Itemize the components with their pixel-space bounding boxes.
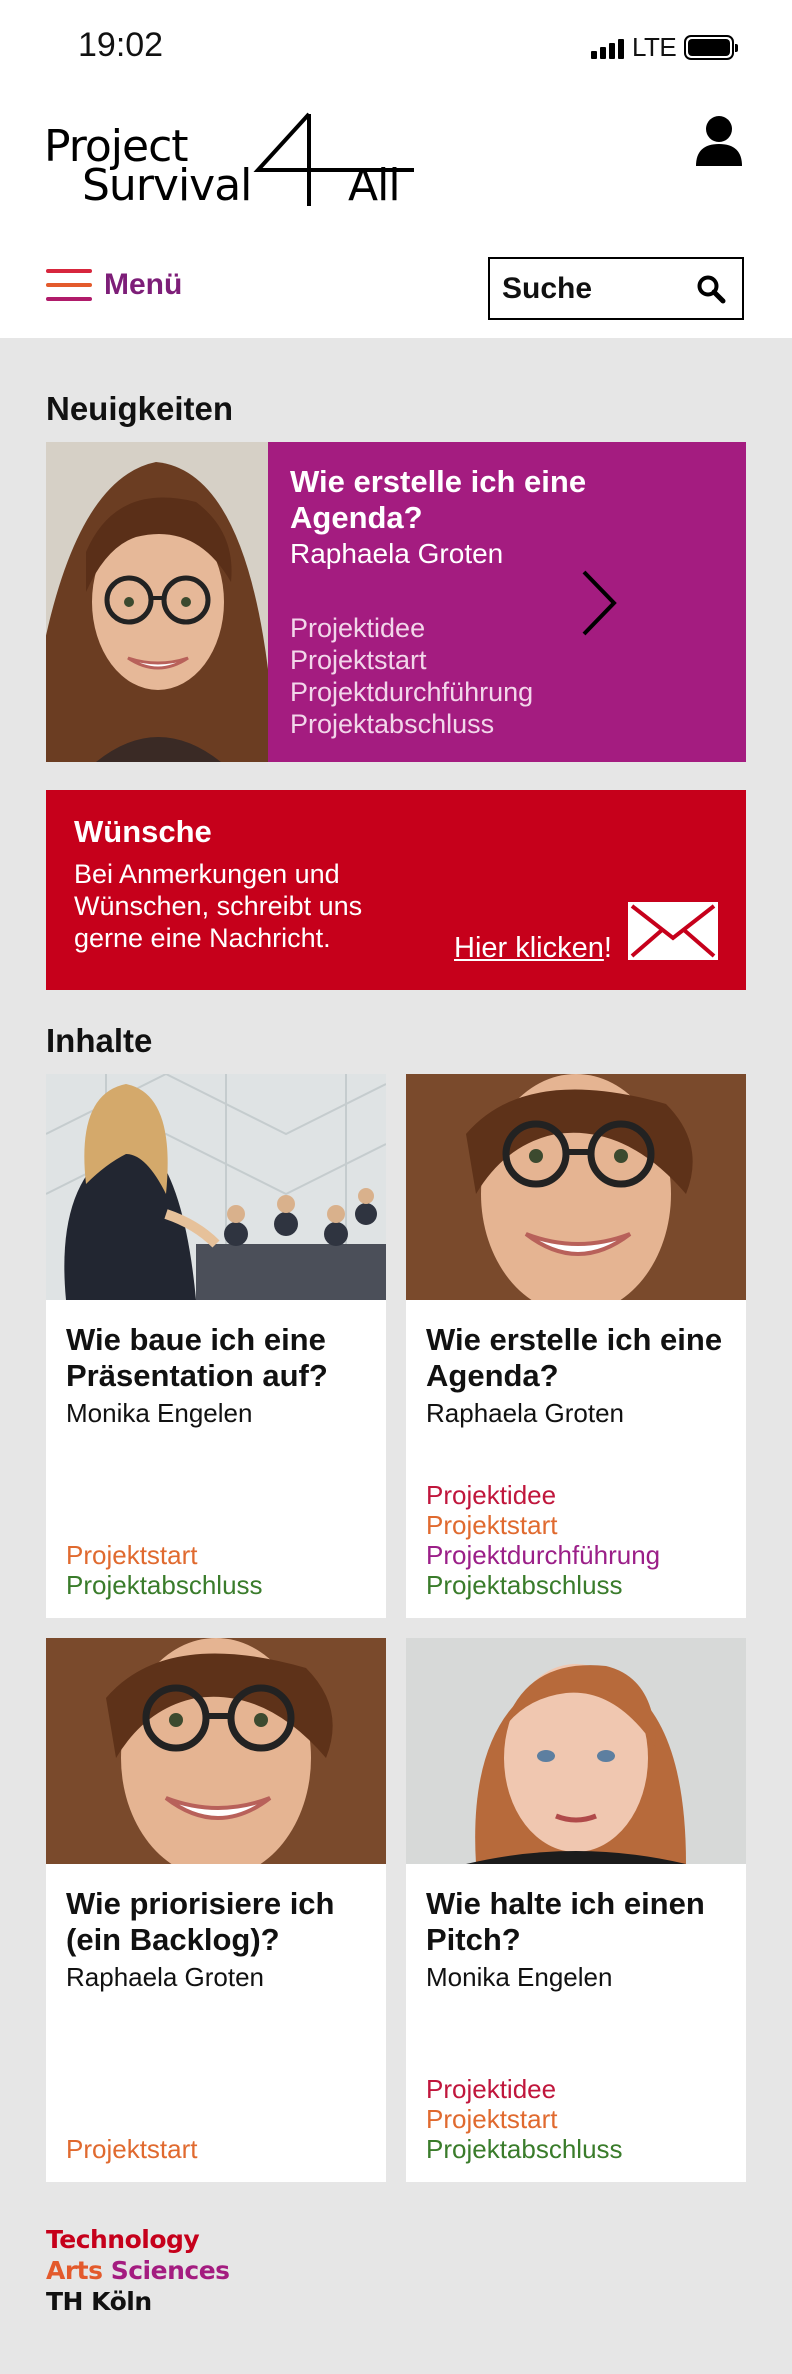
logo-all: All <box>348 160 401 211</box>
card-title: Wie erstelle ich eine Agenda? <box>426 1322 723 1393</box>
card-photo-raphaela-groten <box>406 1074 746 1300</box>
project-survival-4all-logo[interactable]: Project Survival All <box>44 110 414 210</box>
card-tag: Projektabschluss <box>426 1570 623 1600</box>
news-tag: Projektdurchführung <box>290 677 534 707</box>
card-tags: Projektstart Projektabschluss <box>66 1540 263 1600</box>
user-icon[interactable] <box>694 114 744 168</box>
card-body: Wie erstelle ich eine Agenda? Raphaela G… <box>406 1300 746 1618</box>
search-label: Suche <box>502 271 593 305</box>
card-tag: Projektabschluss <box>426 2134 623 2164</box>
card-body: Wie halte ich einen Pitch? Monika Engele… <box>406 1864 746 2182</box>
card-author: Monika Engelen <box>426 1962 613 1992</box>
wishes-link-label[interactable]: Hier klicken <box>454 932 604 964</box>
news-heading: Neuigkeiten <box>46 390 234 427</box>
card-tags: Projektstart <box>66 2134 198 2164</box>
content-heading: Inhalte <box>46 1022 153 1059</box>
card-tag: Projektdurchführung <box>426 1540 661 1570</box>
card-photo-presentation <box>46 1074 386 1300</box>
logo-survival: Survival <box>82 160 252 211</box>
news-photo-raphaela-groten <box>46 442 268 762</box>
th-koeln-logo[interactable]: Technology Arts Sciences TH Köln <box>46 2224 230 2317</box>
news-tags: Projektidee Projektstart Projektdurchfüh… <box>290 612 724 740</box>
mail-icon[interactable] <box>626 900 720 962</box>
card-photo-raphaela-groten <box>46 1638 386 1864</box>
news-title: Wie erstelle ich eine Agenda? <box>290 464 587 535</box>
app-header: 19:02 LTE Project Survival All Menü Such… <box>0 0 792 338</box>
news-body: Wie erstelle ich eine Agenda? Raphaela G… <box>268 442 746 762</box>
card-tag: Projektidee <box>426 2074 557 2104</box>
footer-logo-th-koeln: TH Köln <box>46 2287 152 2316</box>
news-card[interactable]: Wie erstelle ich eine Agenda? Raphaela G… <box>46 442 746 762</box>
card-tags: Projektidee Projektstart Projektdurchfüh… <box>426 1480 660 1600</box>
card-author: Raphaela Groten <box>66 1962 265 1992</box>
card-tag: Projektstart <box>66 2134 198 2164</box>
card-tag: Projektabschluss <box>66 1570 263 1600</box>
news-tag: Projektabschluss <box>290 709 495 739</box>
content-card[interactable]: Wie priorisiere ich (ein Backlog)? Rapha… <box>46 1638 386 2182</box>
card-title: Wie halte ich einen Pitch? <box>426 1886 705 1957</box>
card-tag: Projektidee <box>426 1480 557 1510</box>
footer-logo-arts: Arts <box>46 2256 103 2285</box>
card-body: Wie priorisiere ich (ein Backlog)? Rapha… <box>46 1864 386 2182</box>
news-tag: Projektstart <box>290 645 427 675</box>
content-card[interactable]: Wie halte ich einen Pitch? Monika Engele… <box>406 1638 746 2182</box>
card-tag: Projektstart <box>426 2104 558 2134</box>
search-field[interactable]: Suche <box>488 257 744 320</box>
network-label: LTE <box>632 32 677 62</box>
menu-button[interactable]: Menü <box>46 268 182 302</box>
footer-logo-technology: Technology <box>46 2225 200 2254</box>
card-tag: Projektstart <box>66 1540 198 1570</box>
card-title: Wie baue ich eine Präsentation auf? <box>66 1322 328 1393</box>
content-card[interactable]: Wie erstelle ich eine Agenda? Raphaela G… <box>406 1074 746 1618</box>
footer-logo-sciences: Sciences <box>110 2256 230 2285</box>
status-time: 19:02 <box>78 26 164 64</box>
card-photo-monika-engelen <box>406 1638 746 1864</box>
card-author: Monika Engelen <box>66 1398 253 1428</box>
battery-icon <box>684 35 739 60</box>
content-card[interactable]: Wie baue ich eine Präsentation auf? Moni… <box>46 1074 386 1618</box>
card-tags: Projektidee Projektstart Projektabschlus… <box>426 2074 623 2164</box>
hamburger-icon <box>46 269 92 301</box>
wishes-banner: Wünsche Bei Anmerkungen und Wünschen, sc… <box>46 790 746 990</box>
news-tag: Projektidee <box>290 613 426 643</box>
news-author: Raphaela Groten <box>290 538 504 569</box>
card-author: Raphaela Groten <box>426 1398 625 1428</box>
menu-label: Menü <box>104 268 183 301</box>
signal-icon <box>591 37 624 59</box>
wishes-text: Bei Anmerkungen und Wünschen, schreibt u… <box>74 859 363 953</box>
card-body: Wie baue ich eine Präsentation auf? Moni… <box>46 1300 386 1618</box>
card-tag: Projektstart <box>426 1510 558 1540</box>
wishes-link[interactable]: Hier klicken! <box>454 932 612 965</box>
wishes-link-suffix: ! <box>603 932 612 964</box>
chevron-right-icon[interactable] <box>578 568 618 638</box>
wishes-title: Wünsche <box>74 814 212 849</box>
card-title: Wie priorisiere ich (ein Backlog)? <box>66 1886 335 1957</box>
status-indicators: LTE <box>591 32 739 63</box>
search-icon[interactable] <box>696 274 726 304</box>
